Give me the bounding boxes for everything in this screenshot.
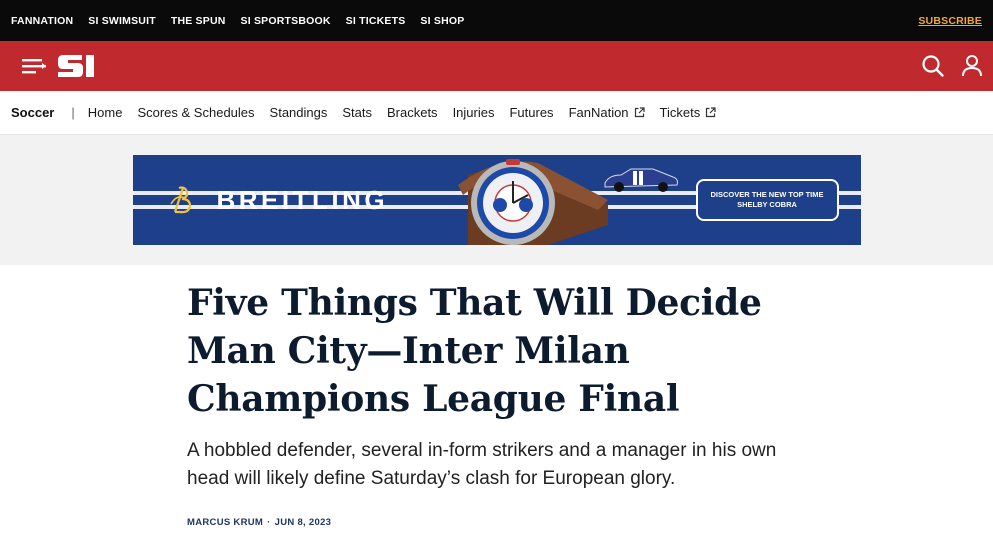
nav-item-tickets[interactable]: Tickets	[660, 105, 717, 120]
nav-item-standings[interactable]: Standings	[270, 105, 328, 120]
section-separator: |	[71, 105, 75, 120]
section-nav: Soccer | Home Scores & Schedules Standin…	[0, 91, 993, 135]
ad-brand: BREITLING	[169, 184, 389, 216]
nav-item-label: Injuries	[452, 105, 495, 120]
section-title[interactable]: Soccer	[11, 105, 54, 120]
ad-band: BREITLING DISCOVER THE NEW TOP TIME SHEL…	[0, 135, 993, 265]
subscribe-link[interactable]: SUBSCRIBE	[918, 15, 982, 27]
external-link-icon	[706, 107, 716, 118]
si-logo[interactable]	[56, 52, 96, 80]
network-link-shop[interactable]: SI SHOP	[420, 15, 464, 27]
user-icon[interactable]	[961, 54, 983, 78]
car-image	[604, 168, 678, 192]
main-header	[0, 41, 993, 91]
network-link-the-spun[interactable]: THE SPUN	[171, 15, 226, 27]
network-link-tickets[interactable]: SI TICKETS	[346, 15, 406, 27]
menu-icon[interactable]	[22, 56, 48, 76]
nav-item-label: FanNation	[568, 105, 629, 120]
byline-dot: ·	[267, 517, 271, 528]
nav-item-brackets[interactable]: Brackets	[387, 105, 438, 120]
breitling-logo-icon	[169, 186, 191, 214]
network-link-sportsbook[interactable]: SI SPORTSBOOK	[241, 15, 331, 27]
byline: MARCUS KRUM · JUN 8, 2023	[187, 517, 993, 528]
nav-item-label: Futures	[509, 105, 554, 120]
article-headline: Five Things That Will Decide Man City—In…	[187, 282, 762, 420]
nav-item-scores-schedules[interactable]: Scores & Schedules	[137, 105, 254, 120]
nav-item-futures[interactable]: Futures	[509, 105, 553, 120]
network-bar: FANNATION SI SWIMSUIT THE SPUN SI SPORTS…	[0, 0, 993, 41]
nav-item-label: Stats	[342, 105, 372, 120]
section-nav-items: Home Scores & Schedules Standings Stats …	[88, 105, 716, 120]
nav-item-injuries[interactable]: Injuries	[453, 105, 495, 120]
ad-brand-name: BREITLING	[216, 184, 389, 215]
nav-item-stats[interactable]: Stats	[342, 105, 372, 120]
article: Five Things That Will Decide Man City—In…	[0, 265, 993, 528]
external-link-icon	[634, 107, 645, 118]
network-links: FANNATION SI SWIMSUIT THE SPUN SI SPORTS…	[11, 15, 464, 27]
nav-item-home[interactable]: Home	[88, 105, 123, 120]
publish-date: JUN 8, 2023	[274, 517, 332, 528]
ad-cta-button[interactable]: DISCOVER THE NEW TOP TIME SHELBY COBRA	[695, 179, 839, 221]
network-link-swimsuit[interactable]: SI SWIMSUIT	[88, 15, 156, 27]
header-left	[22, 52, 96, 80]
nav-item-label: Home	[87, 105, 123, 120]
breitling-ad[interactable]: BREITLING DISCOVER THE NEW TOP TIME SHEL…	[132, 155, 861, 245]
network-link-fannation[interactable]: FANNATION	[11, 15, 73, 27]
nav-item-label: Scores & Schedules	[137, 105, 255, 120]
nav-item-label: Brackets	[386, 105, 438, 120]
watch-image	[457, 159, 608, 245]
article-dek: A hobbled defender, several in-form stri…	[187, 440, 777, 489]
author-link[interactable]: MARCUS KRUM	[187, 517, 263, 528]
nav-item-label: Standings	[269, 105, 328, 120]
search-icon[interactable]	[921, 54, 945, 78]
nav-item-fannation[interactable]: FanNation	[569, 105, 645, 120]
header-right	[921, 54, 983, 78]
nav-item-label: Tickets	[659, 105, 701, 120]
